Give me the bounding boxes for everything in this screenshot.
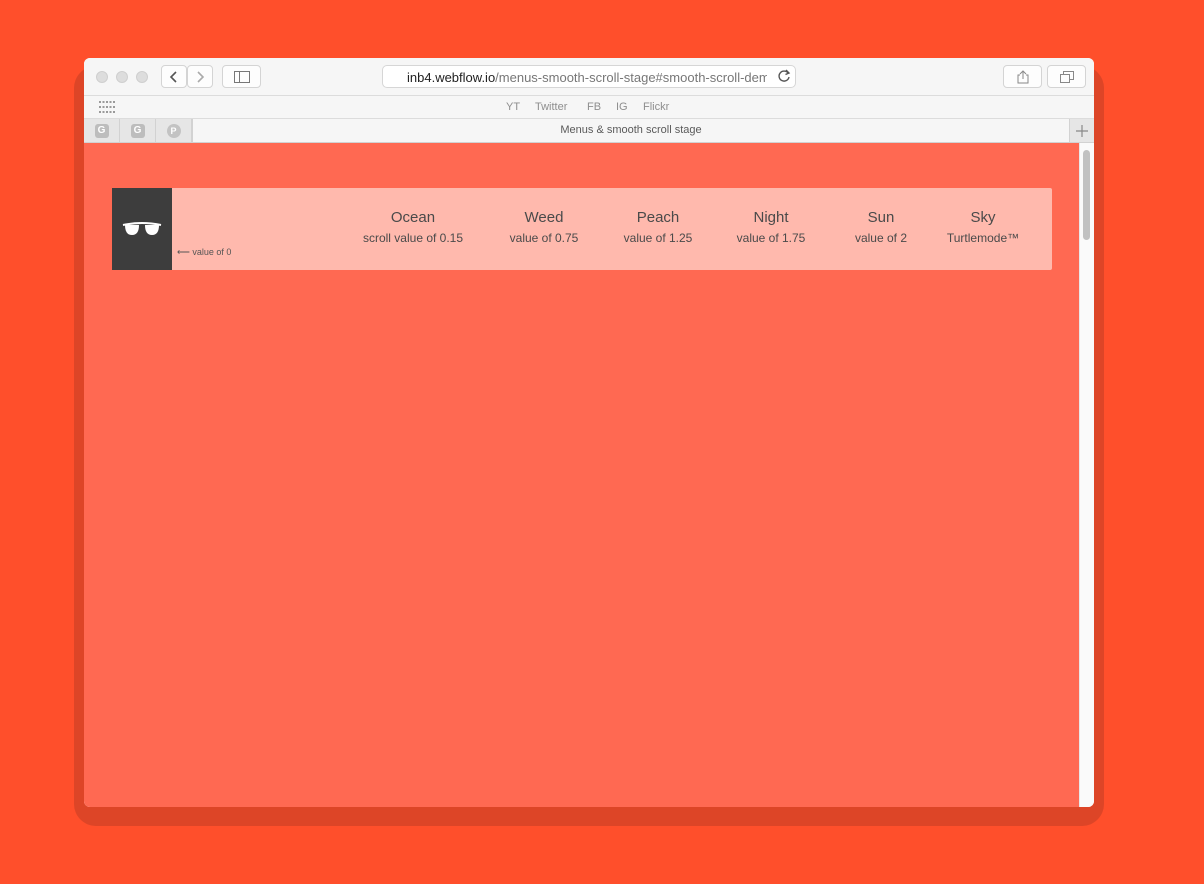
sidebar-toggle-button[interactable] (222, 65, 261, 88)
new-tab-button[interactable] (1070, 119, 1094, 142)
vertical-scrollbar[interactable] (1079, 143, 1094, 807)
plus-icon (1076, 124, 1088, 137)
minimize-window-button[interactable] (116, 71, 128, 83)
nav-item-name: Night (753, 209, 789, 226)
sunglasses-icon (122, 222, 162, 235)
google-icon: G (94, 123, 109, 138)
favorite-ig[interactable]: IG (616, 101, 628, 113)
nav-item-value: value of 0.75 (509, 231, 579, 245)
favorite-fb[interactable]: FB (587, 101, 601, 113)
back-button[interactable] (161, 65, 187, 88)
arrow-left-icon: ⟵ (177, 247, 193, 257)
nav-item-night[interactable]: Night value of 1.75 (711, 208, 831, 245)
nav-item-name: Sky (970, 209, 996, 226)
nav-item-name: Weed (524, 209, 564, 226)
close-window-button[interactable] (96, 71, 108, 83)
tabs-icon (1059, 70, 1074, 83)
browser-window: inb4.webflow.io/menus-smooth-scroll-stag… (84, 58, 1094, 807)
nav-item-peach[interactable]: Peach value of 1.25 (598, 208, 718, 245)
site-nav: ⟵ value of 0 Ocean scroll value of 0.15 … (112, 188, 1052, 270)
nav-item-value: value of 1.75 (736, 231, 806, 245)
url-path: /menus-smooth-scroll-stage#smooth-scroll… (495, 70, 767, 85)
zoom-window-button[interactable] (136, 71, 148, 83)
nav-item-value: value of 1.25 (623, 231, 693, 245)
tab-menus-smooth-scroll[interactable]: Menus & smooth scroll stage (192, 119, 1070, 142)
chevron-right-icon (197, 70, 205, 83)
url-host: inb4.webflow.io (407, 70, 496, 85)
sidebar-icon (233, 70, 250, 83)
nav-item-value: Turtlemode™ (946, 231, 1020, 245)
nav-item-weed[interactable]: Weed value of 0.75 (484, 208, 604, 245)
nav-item-name: Peach (636, 209, 680, 226)
browser-toolbar: inb4.webflow.io/menus-smooth-scroll-stag… (84, 58, 1094, 96)
forward-button[interactable] (187, 65, 213, 88)
logo-link[interactable] (112, 188, 172, 270)
favorite-flickr[interactable]: Flickr (643, 101, 669, 113)
nav-item-sky[interactable]: Sky Turtlemode™ (923, 208, 1043, 245)
reload-button[interactable] (777, 69, 791, 87)
nav-item-ocean[interactable]: Ocean scroll value of 0.15 (343, 208, 483, 245)
nav-item-name: Ocean (390, 209, 436, 226)
share-button[interactable] (1003, 65, 1042, 88)
value-zero-text: value of 0 (192, 247, 232, 257)
pinned-tab-google-2[interactable]: G (120, 119, 156, 142)
pinterest-icon: P (166, 123, 181, 138)
address-bar[interactable]: inb4.webflow.io/menus-smooth-scroll-stag… (382, 65, 796, 88)
url-text: inb4.webflow.io/menus-smooth-scroll-stag… (407, 70, 767, 85)
favorites-bar: YT Twitter FB IG Flickr (84, 96, 1094, 119)
page-viewport: ⟵ value of 0 Ocean scroll value of 0.15 … (84, 143, 1079, 807)
pinned-tab-google-1[interactable]: G (84, 119, 120, 142)
tab-bar: G G P Menus & smooth scroll stage (84, 119, 1094, 143)
share-icon (1017, 69, 1028, 83)
chevron-left-icon (169, 70, 177, 83)
favorite-twitter[interactable]: Twitter (535, 101, 567, 113)
favorite-yt[interactable]: YT (506, 101, 520, 113)
tabs-overview-button[interactable] (1047, 65, 1086, 88)
reload-icon (778, 69, 791, 82)
grid-icon[interactable] (99, 100, 115, 118)
google-icon: G (130, 123, 145, 138)
nav-item-value: scroll value of 0.15 (362, 231, 464, 245)
scrollbar-thumb[interactable] (1083, 150, 1090, 240)
pinned-tab-pinterest[interactable]: P (156, 119, 192, 142)
value-zero-label: ⟵ value of 0 (177, 247, 231, 258)
